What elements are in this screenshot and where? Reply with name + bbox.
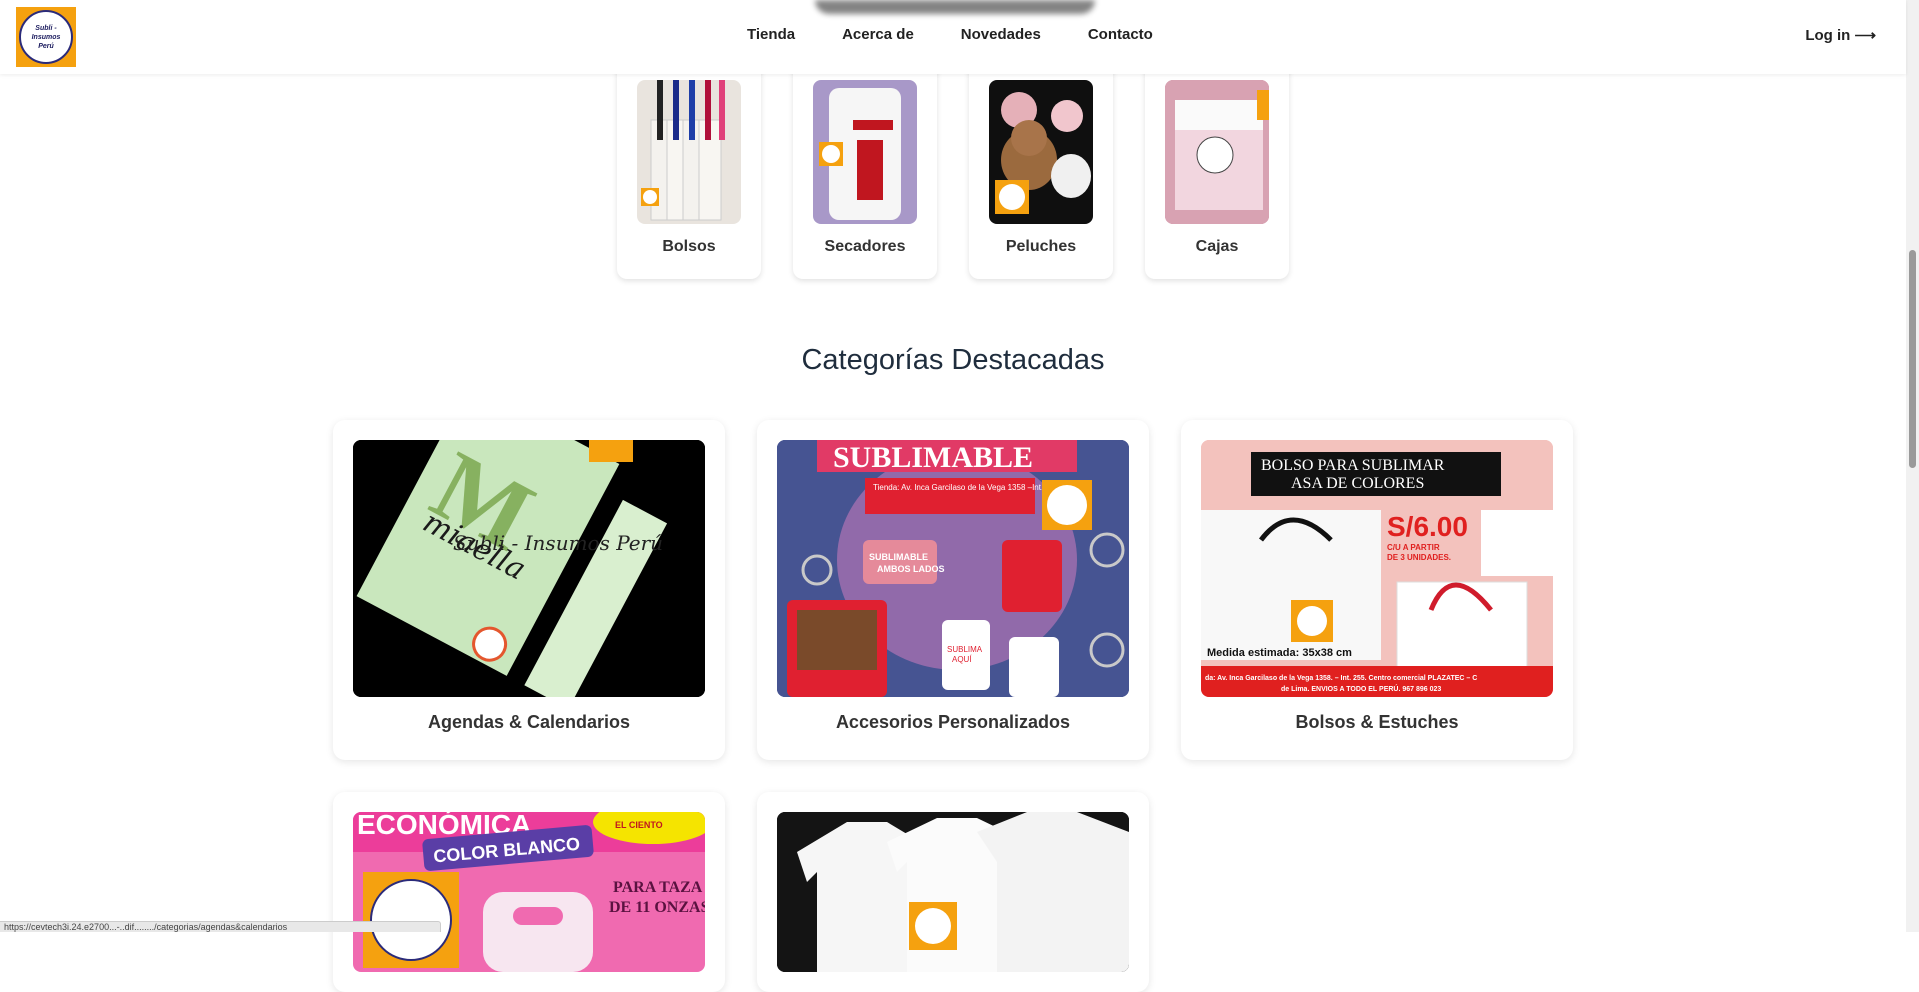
svg-text:C/U A PARTIR: C/U A PARTIR [1387, 543, 1440, 552]
category-card-tazas[interactable]: ECONÓMICA EL CIENTO COLOR BLANCO PARA TA… [333, 792, 725, 992]
category-card-bodies[interactable] [757, 792, 1149, 992]
svg-text:AMBOS LADOS: AMBOS LADOS [877, 564, 945, 574]
svg-text:EL CIENTO: EL CIENTO [615, 820, 663, 830]
arrow-right-icon: ⟶ [1854, 27, 1876, 44]
svg-text:SUBLIMA: SUBLIMA [947, 645, 983, 654]
subcategory-card-bolsos[interactable]: Bolsos [617, 60, 761, 279]
subcategory-label: Cajas [1195, 238, 1239, 255]
nav-contacto[interactable]: Contacto [1088, 26, 1153, 43]
svg-text:BOLSO PARA SUBLIMAR: BOLSO PARA SUBLIMAR [1261, 457, 1445, 474]
subcategory-image-cajas [1165, 80, 1269, 224]
subcategory-card-peluches[interactable]: Peluches [969, 60, 1113, 279]
category-image-agendas: M miaella Subli - Insumos Perú [353, 440, 705, 697]
svg-text:ASA DE COLORES: ASA DE COLORES [1291, 475, 1424, 492]
agenda-watermark-text: Subli - Insumos Perú [453, 531, 663, 555]
brand-logo[interactable]: Subli - Insumos Perú [16, 7, 76, 67]
sublimable-heading-text: SUBLIMABLE [833, 441, 1033, 474]
subcategory-card-secadores[interactable]: Secadores [793, 60, 937, 279]
subcategory-image-secadores [813, 80, 917, 224]
login-label: Log in [1805, 27, 1851, 44]
subcategory-card-cajas[interactable]: Cajas [1145, 60, 1289, 279]
nav-acerca-de[interactable]: Acerca de [842, 26, 914, 43]
measure-text: Medida estimada: 35x38 cm [1207, 647, 1352, 659]
page-scrollbar[interactable] [1906, 0, 1919, 932]
category-label: Bolsos & Estuches [1295, 712, 1459, 732]
subcategory-label: Peluches [1005, 238, 1077, 255]
link-status-bar: https://cevtech3i.24.e2700...-..dif.....… [0, 921, 441, 932]
svg-text:DE 11 ONZAS: DE 11 ONZAS [609, 899, 705, 916]
svg-text:SUBLIMABLE: SUBLIMABLE [869, 552, 928, 562]
category-label: Agendas & Calendarios [427, 712, 631, 732]
subcategory-image-bolsos [637, 80, 741, 224]
svg-text:de Lima. ENVIOS A TODO EL PERÚ: de Lima. ENVIOS A TODO EL PERÚ. 967 896 … [1281, 684, 1441, 693]
svg-text:AQUÍ: AQUÍ [952, 655, 972, 664]
category-card-bolsos-estuches[interactable]: BOLSO PARA SUBLIMAR ASA DE COLORES S/6.0… [1181, 420, 1573, 760]
subcategory-label: Secadores [824, 238, 906, 255]
subcategory-image-peluches [989, 80, 1093, 224]
floating-overlay-shadow [815, 0, 1095, 14]
svg-text:DE 3 UNIDADES.: DE 3 UNIDADES. [1387, 553, 1451, 562]
category-label: Accesorios Personalizados [835, 712, 1071, 732]
featured-categories-title: Categorías Destacadas [801, 344, 1105, 376]
nav-novedades[interactable]: Novedades [961, 26, 1041, 43]
logo-emblem: Subli - Insumos Perú [19, 10, 73, 64]
shop-address-text: Tienda: Av. Inca Garcilaso de la Vega 13… [873, 483, 1059, 492]
category-image-bolsos: BOLSO PARA SUBLIMAR ASA DE COLORES S/6.0… [1201, 440, 1553, 697]
price-text: S/6.00 [1387, 511, 1468, 542]
category-image-bodies [777, 812, 1129, 972]
category-image-tazas: ECONÓMICA EL CIENTO COLOR BLANCO PARA TA… [353, 812, 705, 972]
main-nav: Tienda Acerca de Novedades Contacto [747, 26, 1200, 43]
svg-text:PARA TAZA: PARA TAZA [613, 879, 703, 896]
login-link[interactable]: Log in ⟶ [1805, 26, 1876, 44]
category-card-agendas[interactable]: M miaella Subli - Insumos Perú Agendas &… [333, 420, 725, 760]
svg-text:da: Av. Inca Garcilaso de la V: da: Av. Inca Garcilaso de la Vega 1358. … [1205, 675, 1477, 682]
category-card-accesorios[interactable]: SUBLIMABLE Tienda: Av. Inca Garcilaso de… [757, 420, 1149, 760]
subcategory-label: Bolsos [662, 238, 716, 255]
scrollbar-thumb[interactable] [1909, 250, 1916, 468]
category-image-accesorios: SUBLIMABLE Tienda: Av. Inca Garcilaso de… [777, 440, 1129, 697]
nav-tienda[interactable]: Tienda [747, 26, 795, 43]
